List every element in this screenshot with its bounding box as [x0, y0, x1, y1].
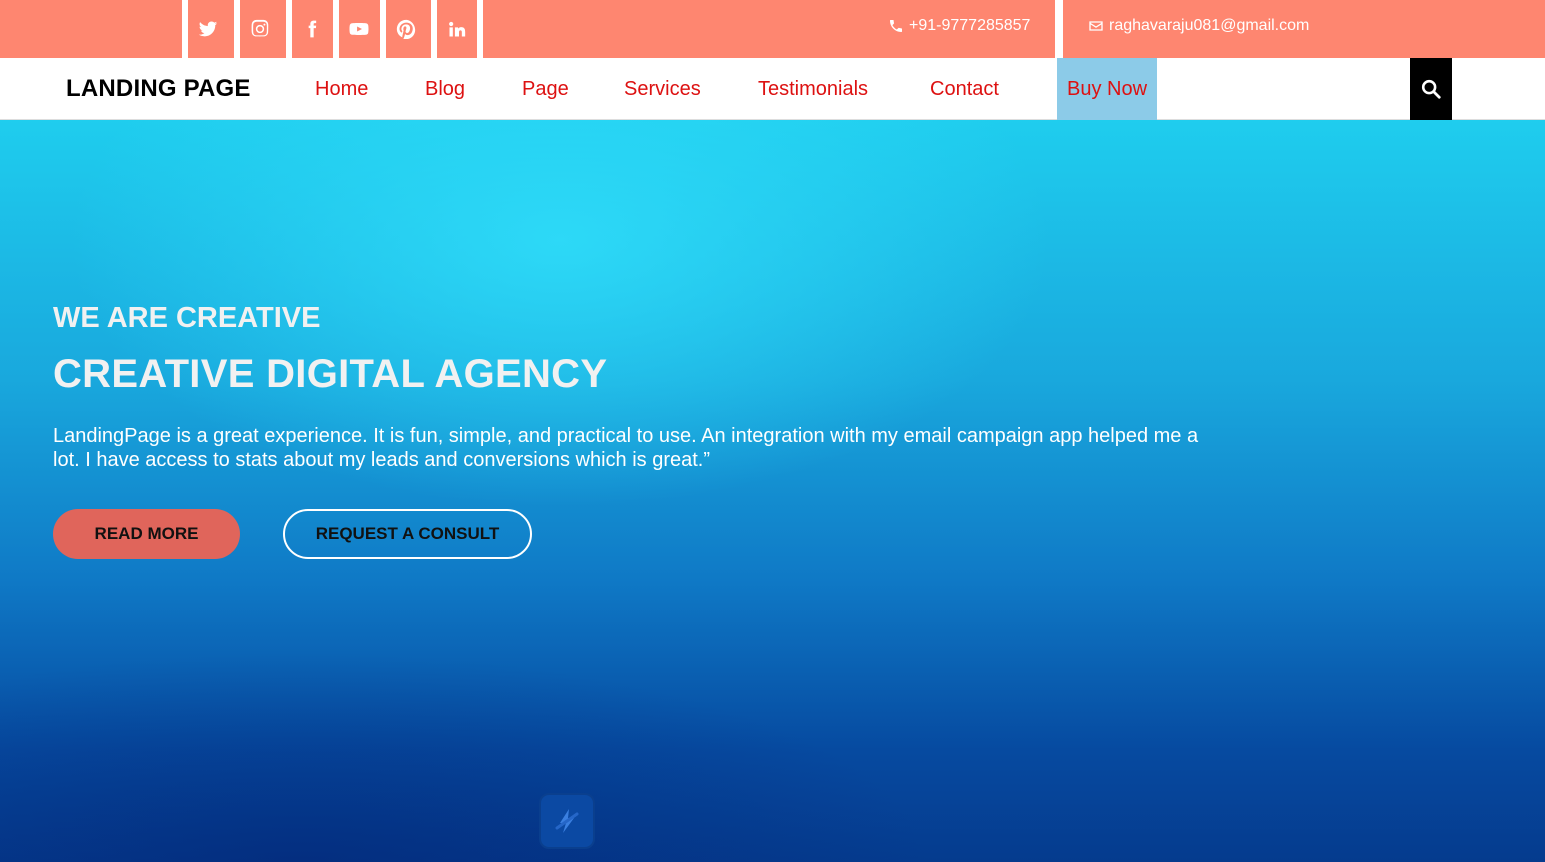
facebook-link[interactable] — [286, 0, 332, 58]
nav-item-services[interactable]: Services — [624, 58, 701, 120]
nav-item-contact[interactable]: Contact — [930, 58, 999, 120]
nav-item-testimonials[interactable]: Testimonials — [758, 58, 868, 120]
buy-now-button[interactable]: Buy Now — [1057, 58, 1157, 120]
email-address: raghavaraju081@gmail.com — [1109, 17, 1310, 34]
youtube-link[interactable] — [333, 0, 379, 58]
hero-eyebrow: WE ARE CREATIVE — [53, 302, 321, 334]
email-contact[interactable]: raghavaraju081@gmail.com — [1088, 0, 1309, 52]
top-bar: +91-9777285857 raghavaraju081@gmail.com — [0, 0, 1545, 58]
search-icon — [1421, 79, 1441, 99]
youtube-icon — [349, 23, 369, 35]
twitter-icon — [198, 21, 218, 37]
instagram-link[interactable] — [234, 0, 280, 58]
linkedin-icon — [449, 21, 466, 37]
phone-contact[interactable]: +91-9777285857 — [888, 0, 1030, 52]
facebook-icon — [308, 20, 317, 38]
request-consult-button[interactable]: REQUEST A CONSULT — [283, 509, 532, 559]
contact-divider — [1055, 0, 1063, 58]
site-logo[interactable]: LANDING PAGE — [66, 58, 251, 120]
hero-lead-text: LandingPage is a great experience. It is… — [53, 425, 1199, 471]
pinterest-icon — [396, 19, 416, 39]
lightning-logo-icon — [555, 809, 579, 833]
envelope-icon — [1089, 21, 1103, 31]
linkedin-link[interactable] — [431, 0, 483, 58]
phone-icon — [890, 20, 902, 32]
nav-item-home[interactable]: Home — [315, 58, 368, 120]
hero-headline: CREATIVE DIGITAL AGENCY — [53, 352, 608, 396]
twitter-link[interactable] — [182, 0, 228, 58]
nav-item-blog[interactable]: Blog — [425, 58, 465, 120]
floating-widget-badge[interactable] — [539, 793, 595, 849]
nav-item-page[interactable]: Page — [522, 58, 569, 120]
phone-number: +91-9777285857 — [909, 17, 1031, 34]
read-more-button[interactable]: READ MORE — [53, 509, 240, 559]
instagram-icon — [251, 19, 269, 37]
hero-section: WE ARE CREATIVE CREATIVE DIGITAL AGENCY … — [0, 120, 1545, 862]
search-button[interactable] — [1410, 58, 1452, 120]
pinterest-link[interactable] — [380, 0, 426, 58]
main-navigation: LANDING PAGE Home Blog Page Services Tes… — [0, 58, 1545, 120]
